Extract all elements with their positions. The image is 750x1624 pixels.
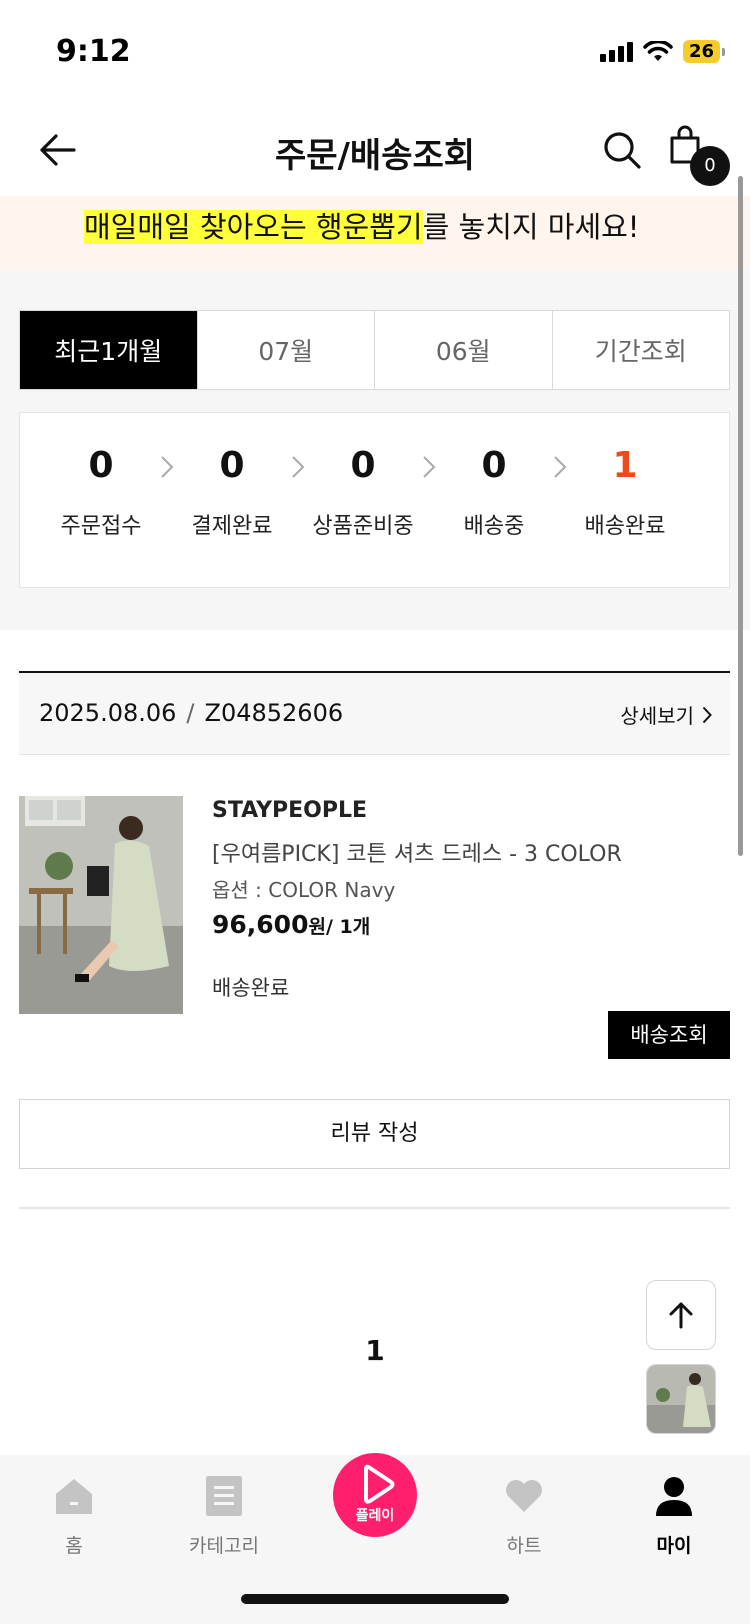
status-label: 결제완료 xyxy=(191,514,273,539)
nav-label: 하트 xyxy=(506,1535,542,1557)
recent-product-photo xyxy=(647,1365,715,1433)
promo-highlight-text: 매일매일 찾아오는 행운뽑기 xyxy=(84,210,423,244)
scroll-to-top-button[interactable] xyxy=(646,1280,716,1350)
nav-category[interactable]: 카테고리 xyxy=(164,1473,284,1558)
tab-recent-1-month[interactable]: 최근1개월 xyxy=(20,311,198,389)
status-count: 0 xyxy=(350,445,376,486)
status-label: 주문접수 xyxy=(60,514,142,539)
heart-icon xyxy=(506,1480,542,1512)
search-icon xyxy=(604,132,641,169)
product-name[interactable]: [우여름PICK] 코튼 셔츠 드레스 - 3 COLOR xyxy=(212,836,622,868)
category-icon xyxy=(206,1476,242,1516)
tab-july[interactable]: 07월 xyxy=(198,311,375,389)
tab-june[interactable]: 06월 xyxy=(375,311,553,389)
promo-rest-text: 를 놓치지 마세요! xyxy=(422,210,640,244)
price-value: 96,600 xyxy=(212,910,309,939)
nav-play[interactable]: 플레이 xyxy=(333,1453,417,1537)
nav-label: 홈 xyxy=(65,1535,83,1557)
period-tabs: 최근1개월 07월 06월 기간조회 xyxy=(19,310,730,390)
status-time: 9:12 xyxy=(56,34,131,69)
back-button[interactable] xyxy=(36,128,80,172)
product-brand[interactable]: STAYPEOPLE xyxy=(212,798,367,823)
track-delivery-button[interactable]: 배송조회 xyxy=(608,1011,730,1059)
order-detail-link[interactable]: 상세보기 xyxy=(620,700,712,729)
cart-button[interactable]: 0 xyxy=(670,124,730,186)
battery-indicator: 26 xyxy=(682,40,726,63)
status-step-shipping[interactable]: 0 배송중 xyxy=(424,445,564,540)
status-step-delivered[interactable]: 1 배송완료 xyxy=(555,445,695,540)
product-photo xyxy=(19,796,183,1014)
app-header: 주문/배송조회 0 xyxy=(0,108,750,196)
product-option: 옵션 : COLOR Navy xyxy=(212,878,396,902)
status-label: 배송중 xyxy=(463,514,525,539)
nav-label: 플레이 xyxy=(355,1508,395,1524)
arrow-left-icon xyxy=(40,134,76,166)
tab-custom-period[interactable]: 기간조회 xyxy=(553,311,730,389)
home-icon xyxy=(56,1479,92,1514)
nav-my[interactable]: 마이 xyxy=(614,1473,734,1558)
play-icon xyxy=(364,1464,395,1504)
nav-label: 마이 xyxy=(656,1535,692,1557)
status-step-paid[interactable]: 0 결제완료 xyxy=(162,445,302,540)
arrow-up-icon xyxy=(669,1302,693,1329)
chevron-right-icon xyxy=(702,706,712,723)
wifi-icon xyxy=(643,40,673,61)
scrollbar[interactable] xyxy=(738,176,743,856)
order-summary-section: 최근1개월 07월 06월 기간조회 0 주문접수 0 결제완료 0 상품준비중… xyxy=(0,270,750,630)
status-icons: 26 xyxy=(599,40,726,63)
order-header: 2025.08.06 / Z04852606 상세보기 xyxy=(19,673,730,755)
status-count: 0 xyxy=(219,445,245,486)
status-count: 0 xyxy=(481,445,507,486)
product-image[interactable] xyxy=(19,796,183,1014)
person-icon xyxy=(656,1477,692,1516)
product-price: 96,600원/ 1개 xyxy=(212,910,370,939)
price-unit: 원 xyxy=(308,916,326,938)
pagination-current-page[interactable]: 1 xyxy=(0,1334,750,1367)
search-button[interactable] xyxy=(600,128,644,172)
status-count: 1 xyxy=(612,445,638,486)
promo-banner-text: 매일매일 찾아오는 행운뽑기를 놓치지 마세요! xyxy=(84,204,639,246)
status-step-received[interactable]: 0 주문접수 xyxy=(31,445,171,540)
cart-count-badge: 0 xyxy=(690,146,730,186)
separator: / xyxy=(186,699,195,727)
status-label: 배송완료 xyxy=(584,514,666,539)
status-bar: 9:12 26 xyxy=(0,0,750,100)
status-count: 0 xyxy=(88,445,114,486)
order-status-box: 0 주문접수 0 결제완료 0 상품준비중 0 배송중 1 배송완료 xyxy=(19,412,730,588)
home-indicator xyxy=(241,1594,509,1604)
nav-home[interactable]: 홈 xyxy=(14,1473,134,1558)
cellular-signal-icon xyxy=(599,41,633,62)
recently-viewed-thumbnail[interactable] xyxy=(646,1364,716,1434)
divider xyxy=(19,1207,730,1209)
nav-label: 카테고리 xyxy=(189,1535,259,1557)
order-number: Z04852606 xyxy=(204,699,344,727)
status-label: 상품준비중 xyxy=(312,514,414,539)
promo-banner[interactable]: 매일매일 찾아오는 행운뽑기를 놓치지 마세요! xyxy=(0,196,750,270)
order-date: 2025.08.06 xyxy=(39,699,177,727)
quantity: / 1개 xyxy=(325,916,371,938)
status-step-preparing[interactable]: 0 상품준비중 xyxy=(293,445,433,540)
write-review-button[interactable]: 리뷰 작성 xyxy=(19,1099,730,1169)
detail-label: 상세보기 xyxy=(620,704,694,728)
nav-heart[interactable]: 하트 xyxy=(464,1473,584,1558)
delivery-status: 배송완료 xyxy=(212,976,290,1000)
order-date-number: 2025.08.06 / Z04852606 xyxy=(39,699,343,727)
